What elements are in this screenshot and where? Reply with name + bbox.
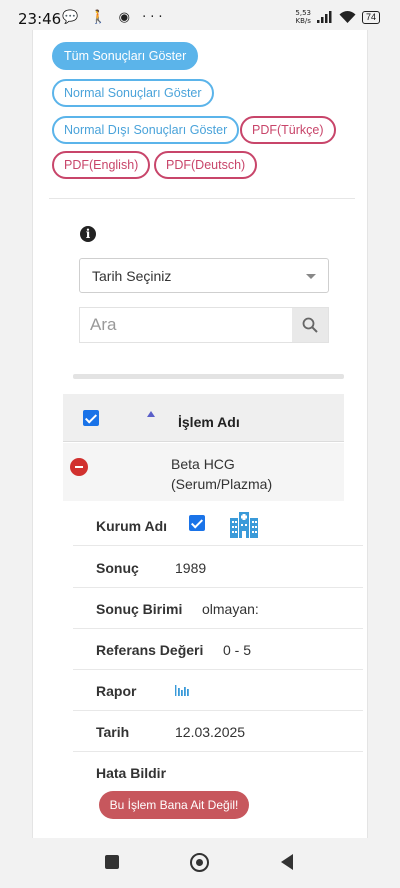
normal-results-button[interactable]: Normal Sonuçları Göster bbox=[52, 79, 214, 107]
table-row: Beta HCG (Serum/Plazma) bbox=[63, 443, 344, 501]
date-label: Tarih bbox=[96, 724, 130, 740]
detail-unit: Sonuç Birimi olmayan: bbox=[73, 588, 363, 629]
date-select-value: Tarih Seçiniz bbox=[92, 268, 172, 284]
chevron-down-icon bbox=[306, 274, 316, 279]
battery-icon: 74 bbox=[361, 10, 380, 24]
institution-checkbox[interactable] bbox=[189, 515, 205, 531]
detail-report-error: Hata Bildir bbox=[73, 752, 363, 793]
search-button[interactable] bbox=[292, 308, 328, 342]
not-my-process-button[interactable]: Bu İşlem Bana Ait Değil! bbox=[99, 791, 249, 819]
result-label: Sonuç bbox=[96, 560, 139, 576]
notification-icons: 💬 🚶 ◉ ··· bbox=[62, 10, 167, 25]
report-error-label: Hata Bildir bbox=[96, 765, 167, 781]
detail-reference: Referans Değeri 0 - 5 bbox=[73, 629, 363, 670]
search-box bbox=[79, 307, 329, 343]
detail-result: Sonuç 1989 bbox=[73, 547, 363, 588]
sort-arrow-icon[interactable] bbox=[147, 411, 155, 417]
select-all-checkbox[interactable] bbox=[83, 410, 99, 426]
detail-institution: Kurum Adı bbox=[73, 505, 363, 546]
pdf-turkish-button[interactable]: PDF(Türkçe) bbox=[240, 116, 336, 144]
row-title-line1: Beta HCG bbox=[171, 456, 235, 472]
pdf-english-button[interactable]: PDF(English) bbox=[52, 151, 151, 179]
reference-label: Referans Değeri bbox=[96, 642, 204, 658]
date-value: 12.03.2025 bbox=[175, 724, 246, 740]
collapse-row-button[interactable] bbox=[70, 458, 88, 476]
network-speed-unit: KB/s bbox=[295, 17, 311, 25]
detail-report: Rapor bbox=[73, 670, 363, 711]
unit-value: olmayan: bbox=[202, 601, 259, 617]
all-results-button[interactable]: Tüm Sonuçları Göster bbox=[52, 42, 199, 70]
signal-icon bbox=[316, 11, 332, 23]
date-select[interactable]: Tarih Seçiniz bbox=[79, 258, 329, 293]
row-title: Beta HCG (Serum/Plazma) bbox=[171, 454, 272, 494]
reference-value: 0 - 5 bbox=[223, 642, 252, 658]
status-right: 5,53 KB/s 74 bbox=[295, 9, 380, 25]
bar-chart-icon[interactable] bbox=[175, 682, 189, 696]
table-header: İşlem Adı bbox=[63, 394, 344, 442]
divider bbox=[49, 198, 355, 199]
horizontal-scrollbar[interactable] bbox=[73, 374, 344, 379]
system-nav-bar bbox=[0, 838, 400, 888]
search-icon bbox=[302, 317, 318, 333]
detail-date: Tarih 12.03.2025 bbox=[73, 711, 363, 752]
recents-icon[interactable] bbox=[105, 855, 119, 869]
row-title-line2: (Serum/Plazma) bbox=[171, 476, 273, 492]
column-header-process-name[interactable]: İşlem Adı bbox=[178, 414, 240, 430]
back-icon[interactable] bbox=[281, 854, 293, 870]
home-icon[interactable] bbox=[190, 853, 209, 872]
abnormal-results-button[interactable]: Normal Dışı Sonuçları Göster bbox=[52, 116, 240, 144]
results-card: Tüm Sonuçları Göster Normal Sonuçları Gö… bbox=[32, 30, 368, 848]
result-value: 1989 bbox=[175, 560, 207, 576]
search-input[interactable] bbox=[80, 308, 292, 342]
unit-label: Sonuç Birimi bbox=[96, 601, 183, 617]
status-time: 23:46 bbox=[18, 10, 62, 28]
network-speed: 5,53 KB/s bbox=[295, 9, 311, 25]
hospital-building-icon bbox=[230, 512, 258, 538]
network-speed-value: 5,53 bbox=[295, 9, 311, 17]
info-icon[interactable]: i bbox=[80, 226, 96, 242]
report-label: Rapor bbox=[96, 683, 137, 699]
wifi-icon bbox=[339, 10, 356, 23]
institution-label: Kurum Adı bbox=[96, 518, 168, 534]
pdf-german-button[interactable]: PDF(Deutsch) bbox=[154, 151, 258, 179]
